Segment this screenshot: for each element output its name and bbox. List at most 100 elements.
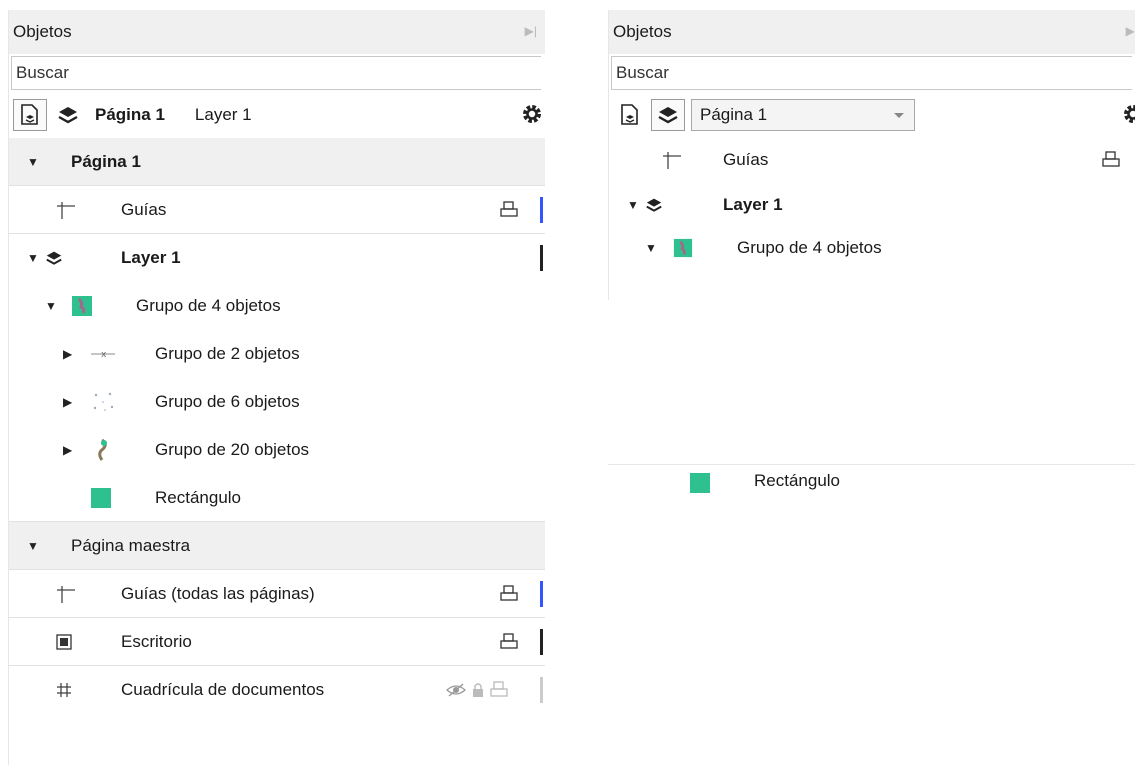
objects-toolbar: Página 1 Layer 1 — [9, 92, 545, 138]
row-label: Rectángulo — [155, 487, 242, 507]
guides-icon — [55, 583, 77, 605]
tree-row-page1[interactable]: ▼ Página 1 — [9, 138, 545, 186]
expand-triangle-icon[interactable]: ▼ — [27, 251, 39, 265]
page-view-button[interactable] — [13, 99, 47, 131]
tree-row-group2[interactable]: ▶ x Grupo de 2 objetos — [9, 330, 545, 378]
expand-triangle-icon[interactable]: ▼ — [645, 241, 657, 255]
row-label: Grupo de 6 objetos — [155, 392, 300, 411]
color-indicator — [540, 677, 543, 703]
panel-collapse-icon[interactable]: ▶| — [1126, 24, 1135, 38]
row-label: Página maestra — [71, 535, 191, 555]
page-view-button[interactable] — [613, 99, 647, 131]
guides-icon — [661, 149, 683, 171]
color-indicator — [540, 629, 543, 655]
layer-view-button[interactable] — [51, 99, 85, 131]
settings-gear-icon[interactable] — [1122, 103, 1135, 130]
row-status-icons — [499, 200, 519, 220]
page-layers-icon — [621, 104, 638, 125]
color-indicator — [540, 245, 543, 271]
search-input[interactable] — [611, 56, 1132, 90]
objects-panel-layer-view: Objetos ▶| Página 1 Guías ▼ — [608, 10, 1135, 300]
row-status-icons — [1101, 150, 1121, 170]
row-label: Guías (todas las páginas) — [121, 583, 315, 603]
objects-panel-expanded: Objetos ▶| Página 1 Layer 1 ▼ Página 1 G… — [8, 10, 545, 765]
tree-row-rectangle[interactable]: Rectángulo — [9, 474, 545, 522]
tree-row-guides[interactable]: Guías — [609, 138, 1135, 182]
layers-icon — [45, 250, 63, 266]
tree-row-group6[interactable]: ▶ Grupo de 6 objetos — [9, 378, 545, 426]
color-indicator — [540, 197, 543, 223]
group-thumbnail-icon — [673, 238, 693, 258]
row-label: Guías — [121, 199, 167, 219]
row-label: Cuadrícula de documentos — [121, 680, 325, 699]
row-label: Grupo de 2 objetos — [155, 344, 300, 363]
tree-row-document-grid[interactable]: Cuadrícula de documentos — [9, 666, 545, 714]
row-label: Grupo de 4 objetos — [737, 238, 882, 257]
row-label: Grupo de 4 objetos — [136, 296, 281, 315]
tree-row-group4[interactable]: ▼ Grupo de 4 objetos — [9, 282, 545, 330]
row-label: Rectángulo — [754, 471, 841, 490]
expand-triangle-icon[interactable]: ▼ — [27, 539, 39, 553]
group-thumbnail-icon — [93, 438, 111, 462]
settings-gear-icon[interactable] — [521, 103, 543, 130]
row-label: Layer 1 — [723, 195, 783, 214]
tree-row-layer1[interactable]: ▼ Layer 1 — [609, 182, 1135, 228]
svg-text:x: x — [101, 350, 107, 360]
current-layer-label[interactable]: Layer 1 — [195, 105, 252, 125]
collapse-triangle-icon[interactable]: ▶ — [63, 395, 72, 409]
chevron-down-icon — [894, 113, 904, 118]
tree-row-guides[interactable]: Guías — [9, 186, 545, 234]
group-thumbnail-icon — [71, 295, 93, 317]
printer-icon[interactable] — [1101, 150, 1121, 170]
row-label: Página 1 — [71, 151, 141, 171]
rectangle-swatch-icon — [690, 473, 710, 493]
current-page-label[interactable]: Página 1 — [95, 105, 165, 125]
printer-icon[interactable] — [499, 200, 519, 220]
search-bar — [609, 54, 1135, 92]
expand-triangle-icon[interactable]: ▼ — [45, 299, 57, 313]
lock-icon[interactable] — [471, 681, 485, 699]
group-thumbnail-icon: x — [89, 347, 117, 361]
tree-row-master-page[interactable]: ▼ Página maestra — [9, 522, 545, 570]
objects-toolbar: Página 1 — [609, 92, 1135, 138]
panel-collapse-icon[interactable]: ▶| — [525, 24, 537, 38]
layer-view-button[interactable] — [651, 99, 685, 131]
desktop-icon — [55, 633, 73, 651]
expand-triangle-icon[interactable]: ▼ — [627, 198, 639, 212]
printer-icon[interactable] — [499, 632, 519, 652]
row-label: Escritorio — [121, 631, 192, 651]
guides-icon — [55, 199, 77, 221]
panel-title-bar: Objetos ▶| — [609, 10, 1135, 54]
tree-row-group4[interactable]: ▼ Grupo de 4 objetos — [609, 228, 1135, 268]
page-select-value: Página 1 — [700, 105, 768, 124]
page-select-dropdown[interactable]: Página 1 — [691, 99, 915, 131]
tree-row-group20[interactable]: ▶ Grupo de 20 objetos — [9, 426, 545, 474]
layers-icon — [58, 107, 78, 124]
search-bar — [9, 54, 545, 92]
tree-row-layer1[interactable]: ▼ Layer 1 — [9, 234, 545, 282]
expand-triangle-icon[interactable]: ▼ — [27, 155, 39, 169]
row-label: Guías — [723, 150, 769, 169]
search-input[interactable] — [11, 56, 541, 90]
grid-hash-icon — [55, 681, 73, 699]
row-status-icons — [445, 680, 509, 700]
rectangle-swatch-icon — [91, 487, 111, 508]
tree-row-guides-all-pages[interactable]: Guías (todas las páginas) — [9, 570, 545, 618]
page-layers-icon — [21, 104, 38, 125]
panel-title-bar: Objetos ▶| — [9, 10, 545, 54]
tree-row-rectangle[interactable]: Rectángulo — [608, 464, 1135, 505]
collapse-triangle-icon[interactable]: ▶ — [63, 443, 72, 457]
layers-icon — [645, 197, 663, 213]
printer-icon[interactable] — [489, 680, 509, 700]
group-thumbnail-icon — [91, 391, 117, 413]
row-status-icons — [499, 584, 519, 604]
row-status-icons — [499, 632, 519, 652]
tree-row-desktop[interactable]: Escritorio — [9, 618, 545, 666]
collapse-triangle-icon[interactable]: ▶ — [63, 347, 72, 361]
hidden-eye-icon[interactable] — [445, 682, 467, 698]
panel-title: Objetos — [13, 22, 72, 41]
panel-title: Objetos — [613, 22, 672, 41]
color-indicator — [540, 581, 543, 607]
printer-icon[interactable] — [499, 584, 519, 604]
row-label: Grupo de 20 objetos — [155, 440, 310, 459]
